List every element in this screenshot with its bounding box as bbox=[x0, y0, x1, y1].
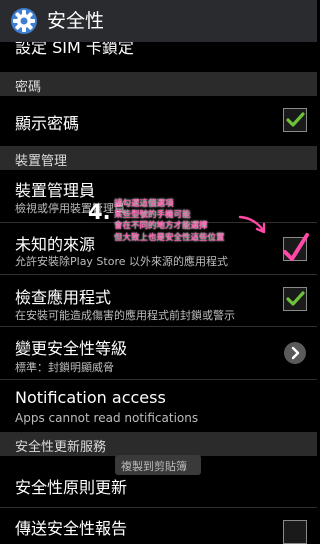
verify-apps-checkbox[interactable] bbox=[283, 287, 307, 311]
annotation-line: 請勾選這個選項 bbox=[114, 199, 174, 209]
send-security-report-checkbox[interactable] bbox=[283, 520, 307, 544]
chevron-right-icon[interactable] bbox=[284, 342, 306, 364]
annotation-text: 請勾選這個選項 某些型號的手機可能 會在不同的地方才能選擇 但大致上也是安全性這… bbox=[114, 199, 244, 244]
change-security-level-summary: 標準：封鎖明顯威脅 bbox=[15, 361, 114, 374]
notification-access-summary: Apps cannot read notifications bbox=[15, 411, 199, 425]
annotation-check-icon bbox=[282, 232, 310, 264]
sim-lock-item[interactable]: 設定 SIM 卡鎖定 bbox=[0, 42, 317, 62]
security-policy-update-label: 安全性原則更新 bbox=[15, 478, 128, 497]
change-security-level-label: 變更安全性等級 bbox=[15, 339, 128, 358]
unknown-sources-label: 未知的來源 bbox=[15, 235, 96, 254]
settings-gear-icon[interactable] bbox=[9, 6, 39, 36]
section-header-password: 密碼 bbox=[0, 72, 317, 96]
send-security-report-label: 傳送安全性報告 bbox=[15, 519, 128, 538]
show-password-label: 顯示密碼 bbox=[15, 114, 80, 133]
page-title: 安全性 bbox=[47, 10, 105, 32]
annotation-arrow-icon bbox=[238, 214, 268, 236]
toast-copied: 複製到剪貼簿 bbox=[115, 455, 201, 475]
annotation-line: 會在不同的地方才能選擇 bbox=[114, 221, 208, 232]
section-header-security-update: 安全性更新服務 bbox=[0, 432, 317, 456]
section-header-device-admin: 裝置管理 bbox=[0, 146, 317, 170]
annotation-line: 但大致上也是安全性這些位置 bbox=[114, 232, 225, 243]
sim-lock-label: 設定 SIM 卡鎖定 bbox=[15, 42, 134, 57]
verify-apps-label: 檢查應用程式 bbox=[15, 288, 112, 307]
verify-apps-summary: 在安裝可能造成傷害的應用程式前封鎖或警示 bbox=[15, 309, 235, 322]
unknown-sources-summary: 允許安裝除Play Store 以外來源的應用程式 bbox=[15, 255, 229, 268]
notification-access-label: Notification access bbox=[15, 388, 166, 407]
show-password-checkbox[interactable] bbox=[283, 108, 307, 132]
device-administrators-label: 裝置管理員 bbox=[15, 181, 96, 200]
annotation-line: 某些型號的手機可能 bbox=[114, 210, 191, 221]
annotation-step-number: 4. bbox=[88, 200, 111, 224]
